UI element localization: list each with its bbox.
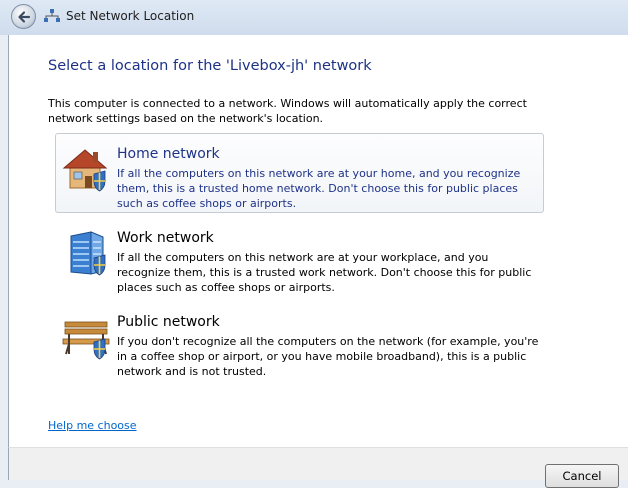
option-description: If you don't recognize all the computers…: [117, 335, 539, 378]
option-title: Home network: [117, 146, 220, 162]
window-title: Set Network Location: [66, 9, 195, 23]
option-home-network[interactable]: Home network If all the computers on thi…: [55, 133, 544, 213]
option-title: Work network: [117, 230, 214, 246]
title-bar: Set Network Location: [0, 0, 628, 35]
network-icon: [44, 9, 60, 22]
option-description: If all the computers on this network are…: [117, 251, 532, 294]
option-work-network[interactable]: Work network If all the computers on thi…: [55, 217, 544, 297]
dialog-footer: Cancel: [8, 447, 628, 488]
help-me-choose-link[interactable]: Help me choose: [48, 419, 137, 432]
back-arrow-icon: [18, 11, 31, 23]
content-area: Select a location for the 'Livebox-jh' n…: [8, 35, 628, 447]
option-title: Public network: [117, 314, 220, 330]
home-icon: [62, 149, 108, 192]
cancel-button[interactable]: Cancel: [545, 464, 619, 488]
office-building-icon: [70, 231, 106, 276]
park-bench-icon: [62, 321, 110, 360]
back-button[interactable]: [11, 4, 36, 29]
page-heading: Select a location for the 'Livebox-jh' n…: [48, 58, 372, 74]
option-description: If all the computers on this network are…: [117, 167, 521, 210]
option-public-network[interactable]: Public network If you don't recognize al…: [55, 301, 544, 381]
intro-text: This computer is connected to a network.…: [48, 97, 527, 125]
